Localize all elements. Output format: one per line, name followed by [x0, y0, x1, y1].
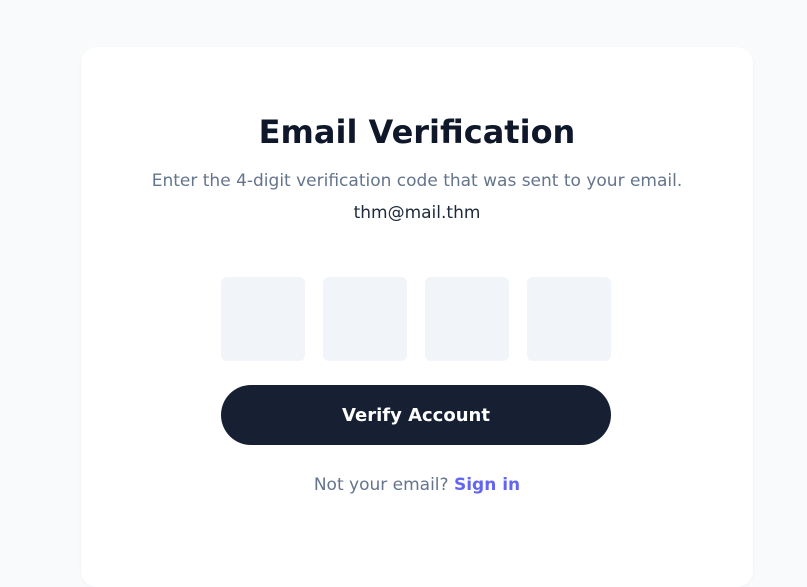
- subtitle: Enter the 4-digit verification code that…: [121, 165, 713, 229]
- code-digit-1[interactable]: [221, 277, 305, 361]
- verification-card: Email Verification Enter the 4-digit ver…: [81, 47, 753, 587]
- code-digit-4[interactable]: [527, 277, 611, 361]
- code-digit-2[interactable]: [323, 277, 407, 361]
- subtitle-text: Enter the 4-digit verification code that…: [151, 171, 683, 191]
- sign-in-link[interactable]: Sign in: [454, 475, 520, 495]
- email-address: thm@mail.thm: [353, 203, 481, 223]
- verify-account-button[interactable]: Verify Account: [221, 385, 611, 445]
- code-input-row: [221, 277, 611, 361]
- footer-text: Not your email? Sign in: [81, 473, 753, 497]
- page-title: Email Verification: [258, 113, 576, 151]
- footer-prompt: Not your email?: [313, 475, 449, 495]
- code-digit-3[interactable]: [425, 277, 509, 361]
